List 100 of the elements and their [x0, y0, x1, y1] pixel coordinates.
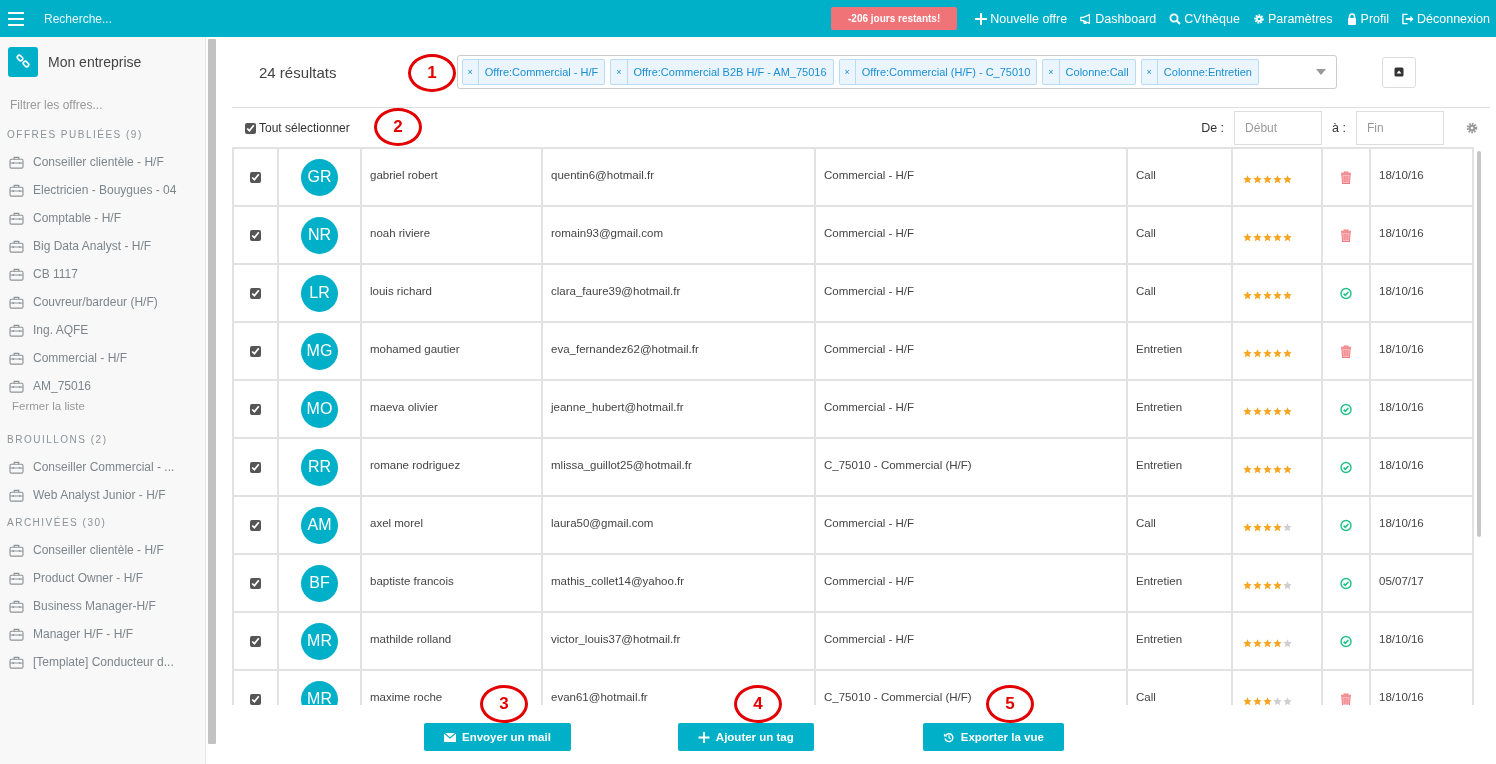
check-circle-icon[interactable]: [1340, 402, 1352, 416]
table-cell: Call: [1126, 207, 1231, 263]
table-cell: 18/10/16: [1369, 323, 1474, 379]
nav-link[interactable]: Paramètres: [1252, 11, 1333, 26]
job-offer-item[interactable]: Ing. AQFE: [0, 316, 205, 344]
action-button[interactable]: Envoyer un mail: [424, 723, 571, 751]
briefcase-icon: [9, 239, 24, 253]
job-offer-item[interactable]: Product Owner - H/F: [0, 564, 205, 592]
row-checkbox[interactable]: [250, 577, 261, 589]
nav-link[interactable]: CVthèque: [1169, 11, 1240, 26]
start-date-field[interactable]: Début: [1234, 111, 1323, 145]
close-list-link[interactable]: Fermer la liste: [0, 400, 205, 426]
job-offer-item[interactable]: Comptable - H/F: [0, 204, 205, 232]
menu-icon[interactable]: [8, 11, 24, 26]
star-icon: [1263, 581, 1272, 590]
job-offer-item[interactable]: Manager H/F - H/F: [0, 620, 205, 648]
job-offer-item[interactable]: Conseiller clientèle - H/F: [0, 536, 205, 564]
nav-link[interactable]: Nouvelle offre: [975, 11, 1068, 26]
briefcase-icon: [9, 155, 24, 169]
search-field[interactable]: Recherche...: [42, 10, 246, 27]
star-icon: [1273, 349, 1282, 358]
star-icon: [1253, 175, 1262, 184]
megaphone-icon: [1080, 12, 1093, 25]
row-checkbox[interactable]: [250, 403, 261, 415]
star-icon: [1243, 291, 1252, 300]
remove-tag-button[interactable]: ×: [462, 60, 479, 84]
end-date-field[interactable]: Fin: [1356, 111, 1444, 145]
annotation-number: 3: [480, 685, 528, 723]
trash-icon[interactable]: [1340, 692, 1352, 705]
table-scrollbar[interactable]: [1477, 151, 1481, 537]
trash-icon[interactable]: [1340, 344, 1352, 358]
star-icon: [1243, 465, 1252, 474]
row-checkbox[interactable]: [250, 287, 261, 299]
annotation-number: 4: [734, 685, 782, 723]
star-icon: [1263, 233, 1272, 242]
nav-link[interactable]: Dashboard: [1080, 11, 1157, 26]
job-offer-item[interactable]: CB 1117: [0, 260, 205, 288]
check-circle-icon[interactable]: [1340, 634, 1352, 648]
action-button[interactable]: Ajouter un tag: [677, 723, 814, 751]
envelope-icon: [444, 731, 456, 743]
table-cell: baptiste francois: [360, 555, 541, 611]
filter-tags-field[interactable]: × Offre:Commercial - H/F × Offre:Commercial B2B H/F - AM_75016 × Offre:Commercial (H/F) - C_75010 × Colonne:Call × Colonne:Entretien: [456, 55, 1337, 89]
check-circle-icon[interactable]: [1340, 518, 1352, 532]
trash-icon[interactable]: [1340, 170, 1352, 184]
sidebar-scrollbar[interactable]: [208, 39, 216, 744]
row-checkbox[interactable]: [250, 345, 261, 357]
star-icon: [1273, 639, 1282, 648]
job-offer-item[interactable]: Business Manager-H/F: [0, 592, 205, 620]
collapse-button[interactable]: [1381, 56, 1416, 88]
job-offer-item[interactable]: AM_75016: [0, 372, 205, 400]
settings-icon[interactable]: [1466, 122, 1478, 134]
star-icon: [1253, 523, 1262, 532]
job-offer-item[interactable]: Couvreur/bardeur (H/F): [0, 288, 205, 316]
job-offer-item[interactable]: Web Analyst Junior - H/F: [0, 481, 205, 509]
nav-label: Dashboard: [1095, 11, 1157, 26]
table-cell: eva_fernandez62@hotmail.fr: [541, 323, 814, 379]
row-checkbox[interactable]: [250, 635, 261, 647]
table-cell: Commercial - H/F: [814, 555, 1126, 611]
tag-label: Colonne:Entretien: [1162, 66, 1253, 78]
remove-tag-button[interactable]: ×: [1141, 60, 1158, 84]
check-circle-icon[interactable]: [1340, 576, 1352, 590]
job-offer-item[interactable]: Conseiller Commercial - ...: [0, 453, 205, 481]
job-offer-item[interactable]: Electricien - Bouygues - 04: [0, 176, 205, 204]
section-title: OFFRES PUBLIÉES (9): [6, 127, 144, 142]
trash-icon[interactable]: [1340, 228, 1352, 242]
table-cell: mathis_collet14@yahoo.fr: [541, 555, 814, 611]
table-cell: gabriel robert: [360, 149, 541, 205]
row-checkbox[interactable]: [250, 693, 261, 705]
action-button[interactable]: Exporter la vue: [922, 723, 1064, 751]
table-cell: romane rodriguez: [360, 439, 541, 495]
company-name: Mon entreprise: [48, 54, 142, 70]
table-cell: C_75010 - Commercial (H/F): [814, 439, 1126, 495]
row-checkbox[interactable]: [250, 461, 261, 473]
star-icon: [1253, 407, 1262, 416]
briefcase-icon: [9, 295, 24, 309]
search-icon: [1169, 12, 1182, 25]
remove-tag-button[interactable]: ×: [839, 60, 856, 84]
nav-link[interactable]: Déconnexion: [1402, 11, 1490, 26]
nav-label: CVthèque: [1184, 11, 1240, 26]
results-count: 24 résultats: [259, 63, 337, 81]
row-checkbox[interactable]: [250, 229, 261, 241]
job-offer-item[interactable]: [Template] Conducteur d...: [0, 648, 205, 676]
job-offer-item[interactable]: Big Data Analyst - H/F: [0, 232, 205, 260]
nav-link[interactable]: Profil: [1345, 11, 1390, 26]
star-icon: [1243, 233, 1252, 242]
filter-field[interactable]: Filtrer les offres...: [8, 97, 192, 113]
remove-tag-button[interactable]: ×: [1043, 60, 1060, 84]
select-all-checkbox[interactable]: [245, 122, 256, 134]
job-offer-item[interactable]: Commercial - H/F: [0, 344, 205, 372]
job-offer-item[interactable]: Conseiller clientèle - H/F: [0, 148, 205, 176]
row-checkbox[interactable]: [250, 171, 261, 183]
caret-icon[interactable]: [1315, 69, 1326, 75]
remove-tag-button[interactable]: ×: [611, 60, 628, 84]
star-icon: [1273, 581, 1282, 590]
check-circle-icon[interactable]: [1340, 286, 1352, 300]
check-circle-icon[interactable]: [1340, 460, 1352, 474]
star-icon: [1263, 465, 1272, 474]
row-checkbox[interactable]: [250, 519, 261, 531]
avatar-initials: MR: [301, 622, 338, 660]
plus-icon: [697, 731, 710, 743]
